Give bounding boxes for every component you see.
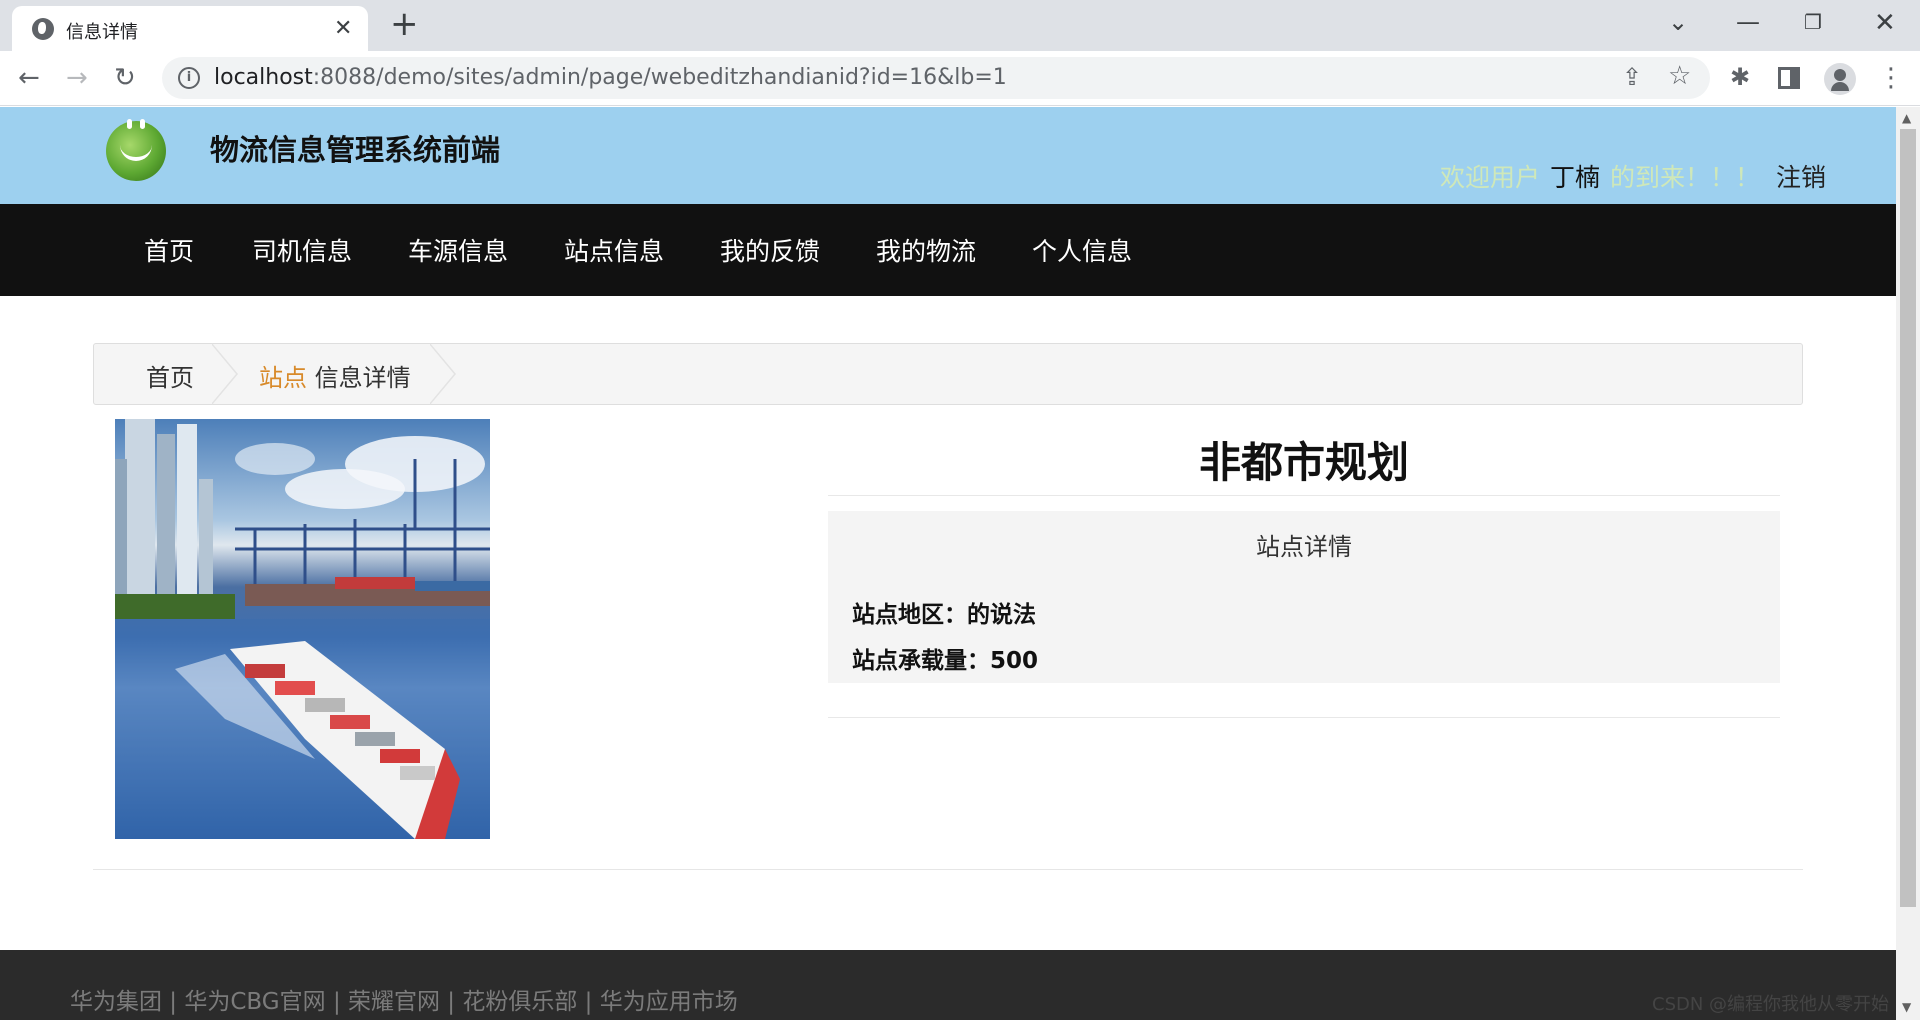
- url-path: :8088/demo/sites/admin/page/webeditzhand…: [312, 65, 1007, 90]
- station-photo: [115, 419, 490, 839]
- breadcrumb: 首页 站点 信息详情: [93, 343, 1803, 405]
- scroll-up-arrow-icon[interactable]: ▲: [1902, 111, 1911, 125]
- breadcrumb-separator: [429, 343, 456, 405]
- nav-item-profile[interactable]: 个人信息: [1032, 232, 1132, 268]
- reload-button[interactable]: ↻: [114, 61, 136, 95]
- detail-panel-title: 站点详情: [1256, 533, 1352, 561]
- profile-avatar-icon[interactable]: [1824, 63, 1856, 95]
- url-host: localhost: [214, 65, 313, 90]
- nav-item-home[interactable]: 首页: [144, 232, 194, 268]
- page-viewport: 物流信息管理系统前端 欢迎用户 丁楠 的到来！！！ 注销 首页 司机信息 车源信息 站…: [0, 107, 1896, 1020]
- browser-tab[interactable]: 信息详情 ✕: [12, 6, 368, 51]
- back-button[interactable]: ←: [18, 61, 40, 95]
- extensions-puzzle-icon[interactable]: ✱: [1730, 63, 1750, 91]
- share-icon[interactable]: ⇪: [1622, 63, 1642, 91]
- page-scrollbar[interactable]: ▲ ▼: [1896, 107, 1920, 1020]
- site-header: 物流信息管理系统前端 欢迎用户 丁楠 的到来！！！ 注销: [0, 107, 1896, 204]
- station-name-heading: 非都市规划: [1198, 438, 1409, 487]
- browser-toolbar: ← → ↻ i localhost:8088/demo/sites/admin/…: [0, 51, 1920, 106]
- scroll-down-arrow-icon[interactable]: ▼: [1902, 1000, 1911, 1014]
- divider: [828, 717, 1780, 718]
- breadcrumb-current: 站点 信息详情: [259, 358, 411, 393]
- footer-links[interactable]: 华为集团 | 华为CBG官网 | 荣耀官网 | 花粉俱乐部 | 华为应用市场: [70, 982, 738, 1016]
- site-footer: 华为集团 | 华为CBG官网 | 荣耀官网 | 花粉俱乐部 | 华为应用市场: [0, 950, 1896, 1020]
- watermark-text: CSDN @编程你我他从零开始: [1652, 994, 1890, 1015]
- user-welcome-bar: 欢迎用户 丁楠 的到来！！！ 注销: [1440, 158, 1826, 194]
- tab-search-chevron-icon[interactable]: ⌄: [1668, 8, 1688, 36]
- station-capacity-field: 站点承载量：500: [852, 648, 1039, 674]
- breadcrumb-category: 站点: [259, 364, 307, 392]
- globe-icon: [32, 18, 54, 40]
- nav-item-vehicles[interactable]: 车源信息: [408, 232, 508, 268]
- welcome-prefix: 欢迎用户: [1440, 163, 1541, 192]
- bookmark-star-icon[interactable]: ☆: [1668, 61, 1691, 91]
- port-ship-illustration: [115, 419, 490, 839]
- browser-tab-bar: 信息详情 ✕ + ⌄ — ❐ ✕: [0, 0, 1920, 51]
- divider: [828, 495, 1780, 496]
- main-navigation: 首页 司机信息 车源信息 站点信息 我的反馈 我的物流 个人信息: [0, 204, 1896, 296]
- content-divider: [93, 869, 1803, 870]
- breadcrumb-home-link[interactable]: 首页: [146, 358, 194, 393]
- minimize-button[interactable]: —: [1736, 8, 1760, 36]
- browser-menu-icon[interactable]: ⋮: [1878, 63, 1904, 93]
- url-text[interactable]: localhost:8088/demo/sites/admin/page/web…: [214, 65, 1007, 90]
- nav-item-drivers[interactable]: 司机信息: [252, 232, 352, 268]
- tab-close-icon[interactable]: ✕: [334, 16, 352, 41]
- new-tab-button[interactable]: +: [390, 6, 419, 42]
- site-info-icon[interactable]: i: [178, 67, 200, 89]
- tab-title: 信息详情: [66, 22, 138, 43]
- side-panel-icon[interactable]: [1778, 67, 1800, 89]
- logout-link[interactable]: 注销: [1776, 163, 1826, 192]
- nav-item-stations[interactable]: 站点信息: [564, 232, 664, 268]
- breadcrumb-page: 信息详情: [314, 364, 411, 392]
- forward-button[interactable]: →: [66, 61, 88, 95]
- nav-item-logistics[interactable]: 我的物流: [876, 232, 976, 268]
- station-detail-panel: 站点详情 站点地区：的说法 站点承载量：500: [828, 511, 1780, 683]
- window-close-button[interactable]: ✕: [1874, 8, 1896, 38]
- breadcrumb-separator: [211, 343, 238, 405]
- address-bar[interactable]: i localhost:8088/demo/sites/admin/page/w…: [162, 57, 1710, 99]
- site-logo: [106, 121, 166, 181]
- scrollbar-thumb[interactable]: [1900, 129, 1916, 907]
- site-logo-eyes: [122, 119, 150, 129]
- username: 丁楠: [1550, 163, 1601, 192]
- welcome-suffix: 的到来！！！: [1610, 163, 1761, 192]
- station-region-field: 站点地区：的说法: [852, 602, 1036, 628]
- nav-item-feedback[interactable]: 我的反馈: [720, 232, 820, 268]
- restore-button[interactable]: ❐: [1804, 10, 1822, 34]
- site-title: 物流信息管理系统前端: [210, 133, 501, 167]
